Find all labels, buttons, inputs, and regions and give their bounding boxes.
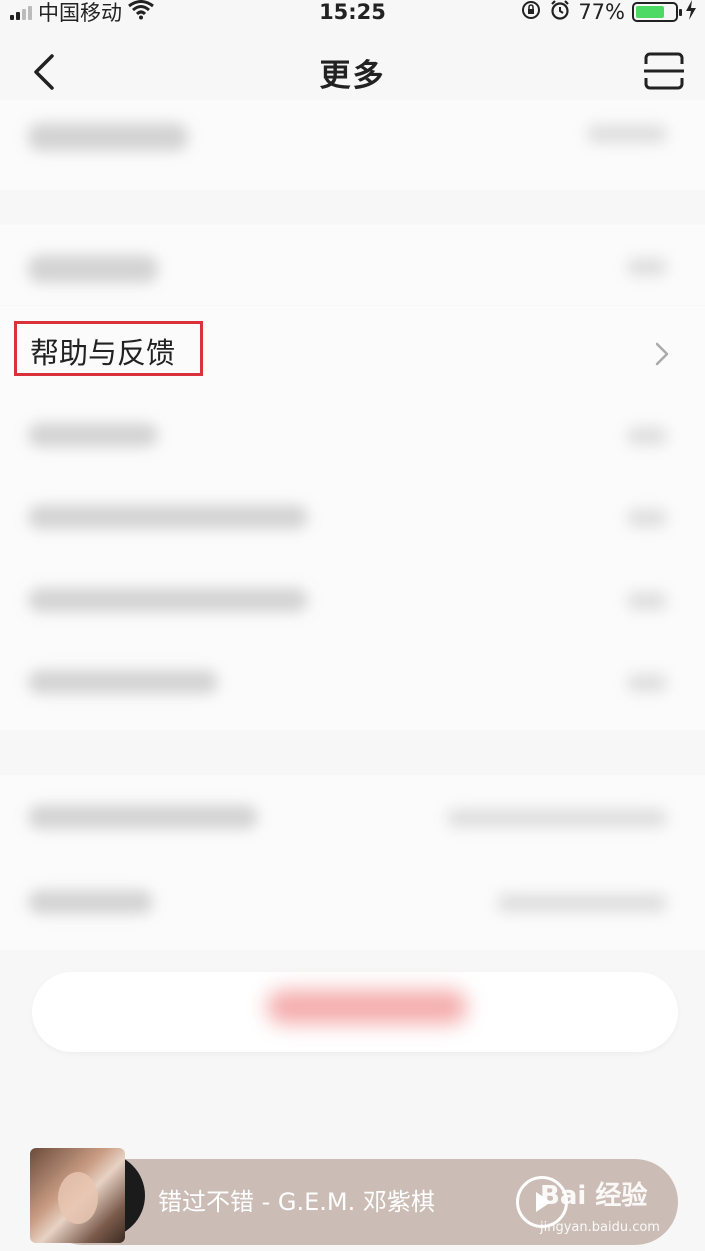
list-item-blurred-7[interactable] [0,775,705,865]
list-item-blurred-6[interactable] [0,640,705,730]
list-item-blurred-5[interactable] [0,558,705,648]
list-item-blurred-2[interactable] [0,225,705,305]
status-right: 77% [520,0,697,24]
alarm-icon [549,0,571,26]
highlight-annotation [14,321,203,376]
battery-icon [632,2,682,22]
list-item-blurred-3[interactable] [0,395,705,485]
status-bar: 中国移动 15:25 77% [0,0,705,26]
nav-bar: 更多 [0,30,705,106]
page-title: 更多 [319,58,386,94]
battery-percent: 77% [578,0,625,24]
list-item-blurred-4[interactable] [0,475,705,565]
watermark-url: jingyan.baidu.com [540,1220,660,1235]
album-cover[interactable] [30,1148,125,1243]
now-playing-title: 错过不错 - G.E.M. 邓紫棋 [158,1188,435,1216]
watermark-text: Bai 经验 [540,1181,648,1211]
chevron-right-icon [655,342,669,370]
charging-icon [685,0,697,25]
list-item-blurred-8[interactable] [0,860,705,950]
logout-button[interactable] [32,972,678,1052]
rotation-lock-icon [520,0,542,26]
list-item-blurred-1[interactable] [0,100,705,190]
scan-icon[interactable] [643,52,685,94]
